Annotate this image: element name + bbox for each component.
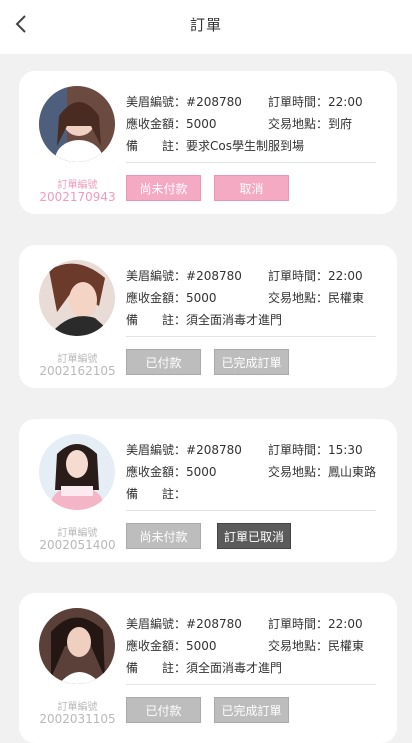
divider [126, 336, 376, 337]
page-title: 訂單 [189, 16, 222, 34]
order-time-field: 訂單時間：22:00 [268, 269, 363, 283]
order-status-button[interactable]: 已完成訂單 [214, 349, 289, 375]
order-number-label: 訂單編號 [57, 180, 98, 191]
order-number: 2002031105 [39, 712, 116, 726]
order-card: 訂單編號 2002170943 美眉編號：#208780 訂單時間：22:00 … [19, 71, 397, 214]
location-field: 交易地點：民權東 [268, 639, 365, 653]
amount-field: 應收金額：5000 [126, 291, 217, 305]
payment-status-button[interactable]: 已付款 [126, 697, 201, 723]
avatar [39, 434, 115, 510]
eyebrow-id-field: 美眉編號：#208780 [126, 443, 242, 457]
amount-field: 應收金額：5000 [126, 639, 217, 653]
top-bar: 訂單 [0, 0, 412, 54]
payment-status-button[interactable]: 尚未付款 [126, 175, 201, 201]
order-number: 2002162105 [39, 364, 116, 378]
divider [126, 162, 376, 163]
order-number-label: 訂單編號 [57, 354, 98, 365]
order-time-field: 訂單時間：22:00 [268, 617, 363, 631]
payment-status-button[interactable]: 已付款 [126, 349, 201, 375]
amount-field: 應收金額：5000 [126, 465, 217, 479]
note-field: 備 註：要求Cos學生制服到場 [126, 139, 304, 153]
location-field: 交易地點：到府 [268, 117, 353, 131]
order-cancelled-button[interactable]: 訂單已取消 [217, 523, 291, 549]
avatar [39, 86, 115, 162]
cancel-button[interactable]: 取消 [214, 175, 289, 201]
avatar [39, 260, 115, 336]
note-field: 備 註：須全面消毒才進門 [126, 661, 283, 675]
divider [126, 684, 376, 685]
eyebrow-id-field: 美眉編號：#208780 [126, 269, 242, 283]
note-field: 備 註： [126, 487, 187, 501]
order-number: 2002170943 [39, 190, 116, 204]
eyebrow-id-field: 美眉編號：#208780 [126, 95, 242, 109]
payment-status-button[interactable]: 尚未付款 [126, 523, 201, 549]
order-time-field: 訂單時間：22:00 [268, 95, 363, 109]
location-field: 交易地點：鳳山東路 [268, 465, 377, 479]
eyebrow-id-field: 美眉編號：#208780 [126, 617, 242, 631]
location-field: 交易地點：民權東 [268, 291, 365, 305]
order-card: 訂單編號 2002162105 美眉編號：#208780 訂單時間：22:00 … [19, 245, 397, 388]
order-number-label: 訂單編號 [57, 528, 98, 539]
order-time-field: 訂單時間：15:30 [268, 443, 363, 457]
amount-field: 應收金額：5000 [126, 117, 217, 131]
order-status-button[interactable]: 已完成訂單 [214, 697, 289, 723]
order-number-label: 訂單編號 [57, 702, 98, 713]
avatar [39, 608, 115, 684]
order-number: 2002051400 [39, 538, 116, 552]
divider [126, 510, 376, 511]
order-card: 訂單編號 2002051400 美眉編號：#208780 訂單時間：15:30 … [19, 419, 397, 562]
note-field: 備 註：須全面消毒才進門 [126, 313, 283, 327]
order-card: 訂單編號 2002031105 美眉編號：#208780 訂單時間：22:00 … [19, 593, 397, 743]
